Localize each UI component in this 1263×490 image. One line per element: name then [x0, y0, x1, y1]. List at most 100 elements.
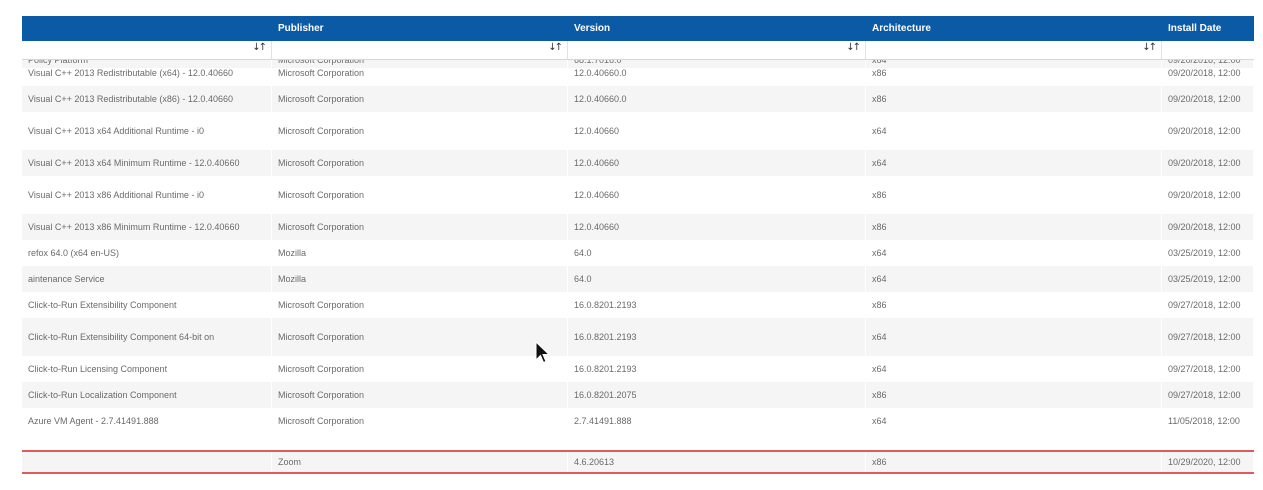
cell-name: Visual C++ 2013 x64 Additional Runtime -… [22, 112, 272, 150]
cell-version: 64.0 [568, 240, 866, 266]
cell-publisher: Mozilla [272, 240, 568, 266]
cell-publisher: Microsoft Corporation [272, 318, 568, 356]
column-header-install-date[interactable]: Install Date [1162, 16, 1254, 41]
column-header-version[interactable]: Version [568, 16, 866, 41]
cell-name: Click-to-Run Extensibility Component [22, 292, 272, 318]
table-row[interactable]: Click-to-Run Extensibility Component 64-… [22, 318, 1254, 356]
cell-version: 16.0.8201.2193 [568, 356, 866, 382]
filter-row: ↓↑ ↓↑ ↓↑ ↓↑ [22, 41, 1254, 60]
table-row[interactable]: Visual C++ 2013 x86 Minimum Runtime - 12… [22, 214, 1254, 240]
cell-architecture: x64 [866, 266, 1162, 292]
cell-architecture: x86 [866, 452, 1162, 472]
column-header-publisher[interactable]: Publisher [272, 16, 568, 41]
cell-name: aintenance Service [22, 266, 272, 292]
table-row[interactable]: Click-to-Run Licensing Component Microsof… [22, 356, 1254, 382]
mouse-pointer-icon [535, 341, 551, 364]
table-row[interactable]: Visual C++ 2013 Redistributable (x86) - … [22, 86, 1254, 112]
cell-architecture: x86 [866, 60, 1162, 86]
cell-publisher: Microsoft Corporation [272, 382, 568, 408]
cell-name: Click-to-Run Localization Component [22, 382, 272, 408]
table-row[interactable]: aintenance Service Mozilla 64.0 x64 03/25/20… [22, 266, 1254, 292]
filter-cell-version[interactable]: ↓↑ [568, 41, 866, 59]
table-row[interactable]: Azure VM Agent - 2.7.41491.888 Microsoft … [22, 408, 1254, 434]
cell-install-date: 09/20/2018, 12:00 [1162, 150, 1254, 176]
cell-publisher: Microsoft Corporation [272, 150, 568, 176]
sort-arrows-icon[interactable]: ↓↑ [846, 42, 861, 53]
cell-name [22, 452, 272, 472]
cell-install-date: 09/20/2018, 12:00 [1162, 60, 1254, 86]
cell-version: 12.0.40660 [568, 176, 866, 214]
cell-name: Visual C++ 2013 Redistributable (x86) - … [22, 86, 272, 112]
sort-arrows-icon[interactable]: ↓↑ [252, 42, 267, 53]
cell-publisher: Microsoft Corporation [272, 408, 568, 434]
cell-architecture: x86 [866, 86, 1162, 112]
table-row[interactable]: Click-to-Run Extensibility Component Micr… [22, 292, 1254, 318]
sort-arrows-icon[interactable]: ↓↑ [548, 42, 563, 53]
cell-install-date: 09/20/2018, 12:00 [1162, 86, 1254, 112]
filter-cell-install-date[interactable] [1162, 41, 1254, 59]
highlighted-row-zoom[interactable]: Zoom 4.6.20613 x86 10/29/2020, 12:00 [22, 450, 1254, 474]
cell-version: 16.0.8201.2193 [568, 292, 866, 318]
filter-cell-name[interactable]: ↓↑ [22, 41, 272, 59]
cell-install-date: 09/27/2018, 12:00 [1162, 356, 1254, 382]
cell-version: 12.0.40660 [568, 112, 866, 150]
filter-cell-publisher[interactable]: ↓↑ [272, 41, 568, 59]
cell-install-date: 11/05/2018, 12:00 [1162, 408, 1254, 434]
cell-architecture: x64 [866, 150, 1162, 176]
cell-install-date: 09/27/2018, 12:00 [1162, 318, 1254, 356]
table-row[interactable]: Visual C++ 2013 x64 Minimum Runtime - 12… [22, 150, 1254, 176]
cell-publisher: Microsoft Corporation [272, 112, 568, 150]
cell-install-date: 10/29/2020, 12:00 [1162, 452, 1254, 472]
cell-version: 12.0.40660.0 [568, 86, 866, 112]
cell-publisher: Zoom [272, 452, 568, 472]
cell-install-date: 09/20/2018, 12:00 [1162, 112, 1254, 150]
cell-install-date: 09/20/2018, 12:00 [1162, 214, 1254, 240]
table-row[interactable]: Visual C++ 2013 Redistributable (x64) - … [22, 60, 1254, 86]
cell-publisher: Mozilla [272, 266, 568, 292]
cell-architecture: x86 [866, 214, 1162, 240]
grid-body: Policy PlatformMicrosoft Corporation68.1… [22, 60, 1254, 450]
cell-version: 64.0 [568, 266, 866, 292]
cell-name: Click-to-Run Licensing Component [22, 356, 272, 382]
cell-publisher: Microsoft Corporation [272, 292, 568, 318]
cell-name: Visual C++ 2013 x86 Minimum Runtime - 12… [22, 214, 272, 240]
cell-name: Visual C++ 2013 Redistributable (x64) - … [22, 60, 272, 86]
table-row[interactable]: Click-to-Run Localization Component Micro… [22, 382, 1254, 408]
cell-architecture: x86 [866, 176, 1162, 214]
table-row[interactable]: Visual C++ 2013 x86 Additional Runtime -… [22, 176, 1254, 214]
table-row[interactable]: refox 64.0 (x64 en-US) Mozilla 64.0 x64 03/2… [22, 240, 1254, 266]
cell-publisher: Microsoft Corporation [272, 60, 568, 86]
installed-software-grid: Publisher Version Architecture Install D… [22, 16, 1254, 476]
cell-name: Azure VM Agent - 2.7.41491.888 [22, 408, 272, 434]
cell-publisher: Microsoft Corporation [272, 86, 568, 112]
cell-version: 16.0.8201.2193 [568, 318, 866, 356]
cell-name: Visual C++ 2013 x86 Additional Runtime -… [22, 176, 272, 214]
cell-version: 16.0.8201.2075 [568, 382, 866, 408]
cell-publisher: Microsoft Corporation [272, 356, 568, 382]
cell-architecture: x64 [866, 318, 1162, 356]
grid-header: Publisher Version Architecture Install D… [22, 16, 1254, 41]
cell-install-date: 09/20/2018, 12:00 [1162, 176, 1254, 214]
cell-architecture: x64 [866, 240, 1162, 266]
cell-publisher: Microsoft Corporation [272, 214, 568, 240]
cell-architecture: x86 [866, 292, 1162, 318]
cell-name: refox 64.0 (x64 en-US) [22, 240, 272, 266]
cell-name: Click-to-Run Extensibility Component 64-… [22, 318, 272, 356]
cell-install-date: 03/25/2019, 12:00 [1162, 266, 1254, 292]
cell-version: 12.0.40660 [568, 150, 866, 176]
cell-install-date: 09/27/2018, 12:00 [1162, 292, 1254, 318]
cell-install-date: 03/25/2019, 12:00 [1162, 240, 1254, 266]
filter-cell-architecture[interactable]: ↓↑ [866, 41, 1162, 59]
cell-name: Visual C++ 2013 x64 Minimum Runtime - 12… [22, 150, 272, 176]
cell-architecture: x86 [866, 382, 1162, 408]
cell-version: 12.0.40660 [568, 214, 866, 240]
cell-version: 4.6.20613 [568, 452, 866, 472]
cell-architecture: x64 [866, 356, 1162, 382]
table-row[interactable]: Visual C++ 2013 x64 Additional Runtime -… [22, 112, 1254, 150]
cell-version: 2.7.41491.888 [568, 408, 866, 434]
sort-arrows-icon[interactable]: ↓↑ [1142, 42, 1157, 53]
cell-install-date: 09/27/2018, 12:00 [1162, 382, 1254, 408]
column-header-architecture[interactable]: Architecture [866, 16, 1162, 41]
column-header-name[interactable] [22, 16, 272, 41]
cell-version: 12.0.40660.0 [568, 60, 866, 86]
